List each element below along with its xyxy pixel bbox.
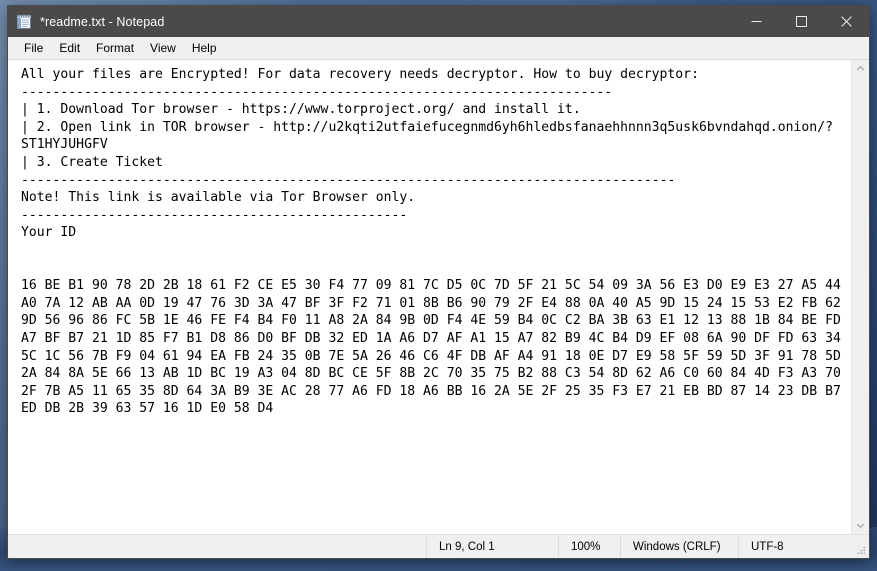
editor-line: 5C 1C 56 7B F9 04 61 94 EA FB 24 35 0B 7… [21,348,841,364]
notepad-icon [16,13,33,30]
editor-line: All your files are Encrypted! For data r… [21,67,699,82]
editor-line: ----------------------------------------… [21,172,676,188]
chevron-down-icon[interactable] [852,517,869,534]
status-bar: Ln 9, Col 1 100% Windows (CRLF) UTF-8 [8,534,869,558]
menu-item-help[interactable]: Help [184,39,225,57]
scrollbar-track[interactable] [852,77,869,517]
chevron-up-icon[interactable] [852,60,869,77]
menu-item-view[interactable]: View [142,39,184,57]
window-controls [734,6,869,37]
menu-item-edit[interactable]: Edit [51,39,88,57]
editor-line: ----------------------------------------… [21,84,613,100]
editor-line: 16 BE B1 90 78 2D 2B 18 61 F2 CE E5 30 F… [21,278,841,294]
editor-area[interactable]: All your files are Encrypted! For data r… [8,59,869,534]
editor-line: | 2. Open link in TOR browser - http://u… [21,119,833,135]
minimize-button[interactable] [734,6,779,37]
editor-line: A0 7A 12 AB AA 0D 19 47 76 3D 3A 47 BF 3… [21,295,841,311]
editor-line: Note! This link is available via Tor Bro… [21,190,416,206]
editor-line: | 3. Create Ticket [21,154,163,170]
editor-line: 2F 7B A5 11 65 35 8D 64 3A B9 3E AC 28 7… [21,383,841,399]
editor-line: ----------------------------------------… [21,207,408,223]
editor-line: ST1HYJUHGFV [21,137,108,153]
menu-bar: File Edit Format View Help [8,37,869,59]
notepad-window: *readme.txt - Notepad File Edit Format V… [8,6,869,558]
window-title: *readme.txt - Notepad [40,14,165,29]
status-cursor-position: Ln 9, Col 1 [426,535,558,558]
menu-item-format[interactable]: Format [88,39,142,57]
text-editor[interactable]: All your files are Encrypted! For data r… [8,60,851,534]
editor-line: | 1. Download Tor browser - https://www.… [21,102,581,118]
editor-line: Your ID [21,225,77,241]
maximize-button[interactable] [779,6,824,37]
resize-grip[interactable] [853,535,869,558]
close-button[interactable] [824,6,869,37]
menu-item-file[interactable]: File [16,39,51,57]
status-zoom-level[interactable]: 100% [558,535,620,558]
status-encoding[interactable]: UTF-8 [738,535,853,558]
editor-line: 2A 84 8A 5E 66 13 AB 1D BC 19 A3 04 8D B… [21,366,841,382]
status-line-ending[interactable]: Windows (CRLF) [620,535,738,558]
vertical-scrollbar[interactable] [851,60,869,534]
editor-line: A7 BF B7 21 1D 85 F7 B1 D8 86 D0 BF DB 3… [21,330,841,346]
title-bar[interactable]: *readme.txt - Notepad [8,6,869,37]
editor-line: 9D 56 96 86 FC 5B 1E 46 FE F4 B4 F0 11 A… [21,313,841,329]
editor-line: ED DB 2B 39 63 57 16 1D E0 58 D4 [21,401,274,417]
